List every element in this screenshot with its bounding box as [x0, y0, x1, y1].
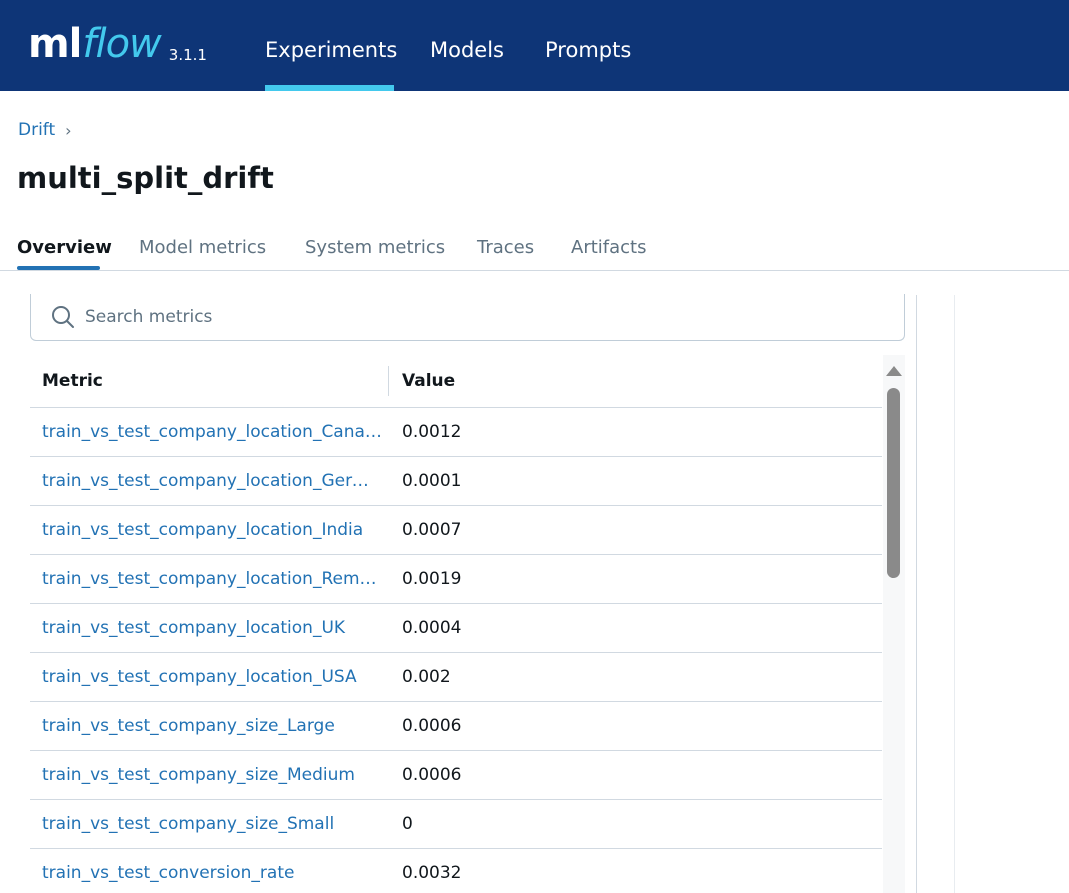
- metric-value: 0.0012: [402, 422, 462, 442]
- chevron-right-icon: ›: [65, 120, 72, 140]
- table-header: Metric Value: [30, 356, 882, 408]
- metric-name-link[interactable]: train_vs_test_company_location_Canada: [42, 421, 382, 443]
- metric-name-link[interactable]: train_vs_test_company_location_USA: [42, 666, 382, 688]
- nav-experiments[interactable]: Experiments: [265, 35, 397, 65]
- table-row: train_vs_test_company_location_Germany 0.…: [30, 457, 882, 506]
- scrollbar-thumb[interactable]: [887, 388, 900, 578]
- page-title: multi_split_drift: [17, 161, 274, 195]
- tab-traces[interactable]: Traces: [477, 236, 534, 260]
- metric-name-link[interactable]: train_vs_test_company_size_Small: [42, 813, 382, 835]
- table-row: train_vs_test_company_location_Canada 0.0…: [30, 408, 882, 457]
- table-row: train_vs_test_company_location_UK 0.0004: [30, 604, 882, 653]
- logo-ml-text: ml: [28, 21, 82, 67]
- metrics-table: Metric Value train_vs_test_company_locat…: [30, 356, 882, 893]
- tab-overview[interactable]: Overview: [17, 236, 112, 260]
- table-row: train_vs_test_conversion_rate 0.0032: [30, 849, 882, 893]
- tab-system-metrics[interactable]: System metrics: [305, 236, 445, 260]
- top-nav-bar: ml flow 3.1.1 Experiments Models Prompts: [0, 0, 1069, 91]
- metric-name-link[interactable]: train_vs_test_company_location_Germany: [42, 470, 382, 492]
- metric-value: 0: [402, 814, 413, 834]
- metric-name-link[interactable]: train_vs_test_conversion_rate: [42, 862, 382, 884]
- metric-value: 0.0032: [402, 863, 462, 883]
- metric-name-link[interactable]: train_vs_test_company_location_India: [42, 519, 382, 541]
- scroll-up-arrow-icon[interactable]: [886, 366, 902, 376]
- table-row: train_vs_test_company_size_Large 0.0006: [30, 702, 882, 751]
- metric-value: 0.0006: [402, 716, 462, 736]
- metrics-search-box[interactable]: [30, 294, 905, 341]
- nav-prompts[interactable]: Prompts: [545, 35, 631, 65]
- table-row: train_vs_test_company_location_USA 0.002: [30, 653, 882, 702]
- metric-value: 0.0004: [402, 618, 462, 638]
- search-input[interactable]: [85, 307, 865, 327]
- table-body: train_vs_test_company_location_Canada 0.0…: [30, 408, 882, 893]
- breadcrumb: Drift ›: [18, 120, 72, 140]
- table-row: train_vs_test_company_size_Small 0: [30, 800, 882, 849]
- tab-model-metrics[interactable]: Model metrics: [139, 236, 266, 260]
- table-row: train_vs_test_company_location_Remote 0.0…: [30, 555, 882, 604]
- search-icon: [52, 306, 74, 328]
- metric-value: 0.002: [402, 667, 451, 687]
- table-row: train_vs_test_company_location_India 0.00…: [30, 506, 882, 555]
- metric-value: 0.0019: [402, 569, 462, 589]
- version-label: 3.1.1: [168, 46, 207, 64]
- nav-active-indicator: [265, 85, 394, 91]
- metric-value: 0.0007: [402, 520, 462, 540]
- logo-flow-text: flow: [82, 21, 161, 67]
- metric-value: 0.0006: [402, 765, 462, 785]
- column-header-value[interactable]: Value: [402, 370, 455, 392]
- metric-value: 0.0001: [402, 471, 462, 491]
- metric-name-link[interactable]: train_vs_test_company_size_Medium: [42, 764, 382, 786]
- run-tabs: Overview Model metrics System metrics Tr…: [0, 232, 1069, 271]
- panel-divider: [916, 295, 917, 893]
- breadcrumb-drift[interactable]: Drift: [18, 120, 55, 140]
- metric-name-link[interactable]: train_vs_test_company_location_Remote: [42, 568, 382, 590]
- mlflow-logo[interactable]: ml flow 3.1.1: [28, 22, 207, 66]
- column-divider[interactable]: [388, 366, 389, 396]
- metric-name-link[interactable]: train_vs_test_company_size_Large: [42, 715, 382, 737]
- table-row: train_vs_test_company_size_Medium 0.0006: [30, 751, 882, 800]
- active-tab-indicator: [17, 266, 100, 270]
- nav-models[interactable]: Models: [430, 35, 504, 65]
- sidebar-divider: [954, 295, 955, 893]
- column-header-metric[interactable]: Metric: [42, 370, 103, 392]
- metric-name-link[interactable]: train_vs_test_company_location_UK: [42, 617, 382, 639]
- tab-artifacts[interactable]: Artifacts: [571, 236, 646, 260]
